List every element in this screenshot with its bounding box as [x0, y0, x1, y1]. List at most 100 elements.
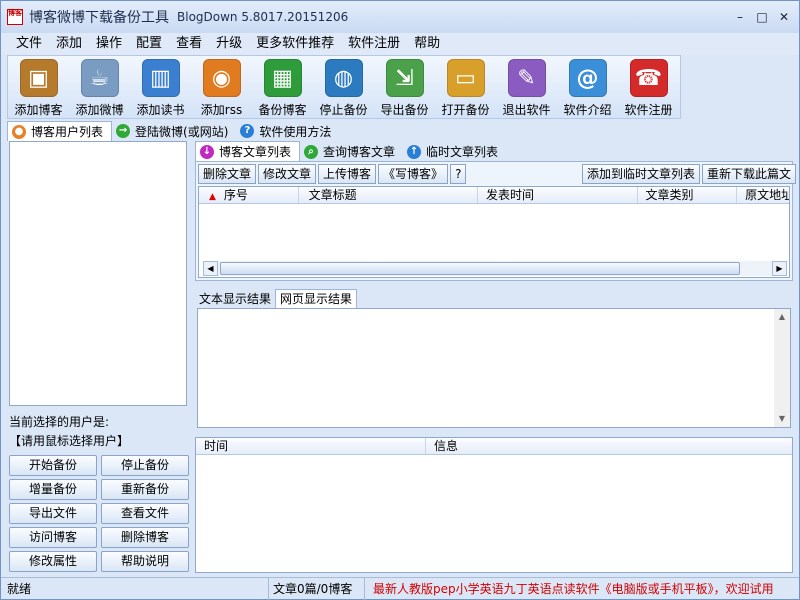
article-action-right-2[interactable]: 重新下载此篇文: [702, 164, 797, 184]
toolbar-button-3[interactable]: ▥ 添加读书: [130, 56, 191, 118]
tab-label: 登陆微博(或网站): [135, 124, 229, 139]
scroll-thumb[interactable]: [220, 262, 740, 275]
result-display[interactable]: ▲ ▼: [197, 308, 791, 428]
tab-left-2[interactable]: → 登陆微博(或网站): [112, 121, 236, 141]
horizontal-scrollbar[interactable]: ◀ ▶: [203, 261, 787, 276]
tv-icon: ▭: [446, 59, 485, 97]
sort-arrow-icon: ▲: [209, 192, 216, 202]
column-header-time[interactable]: 时间: [196, 438, 426, 454]
scroll-right-icon[interactable]: ▶: [772, 261, 787, 276]
box-icon: ▣: [19, 59, 58, 97]
column-header-category[interactable]: 文章类别: [638, 187, 738, 203]
toolbar-button-4[interactable]: ◉ 添加rss: [191, 56, 252, 118]
column-header-date[interactable]: 发表时间: [478, 187, 638, 203]
log-table-header: 时间 信息: [196, 438, 792, 455]
books-icon: ▥: [141, 59, 180, 97]
cup-icon: ☕: [80, 59, 119, 97]
toolbar-button-9[interactable]: ✎ 退出软件: [496, 56, 557, 118]
notebook-icon: @: [568, 59, 607, 97]
menu-upgrade[interactable]: 升级: [209, 33, 249, 55]
menu-more-software[interactable]: 更多软件推荐: [249, 33, 341, 55]
result-tabs: 文本显示结果 网页显示结果: [195, 289, 358, 308]
tab-right-3[interactable]: ↑ 临时文章列表: [403, 142, 506, 161]
toolbar-button-5[interactable]: ▦ 备份博客: [252, 56, 313, 118]
blog-user-list[interactable]: [9, 141, 187, 406]
globe-icon: ◍: [324, 59, 363, 97]
toolbar-button-1[interactable]: ▣ 添加博客: [8, 56, 69, 118]
menu-help[interactable]: 帮助: [407, 33, 447, 55]
toolbar-button-6[interactable]: ◍ 停止备份: [313, 56, 374, 118]
article-action-1[interactable]: 删除文章: [198, 164, 257, 184]
minimize-button[interactable]: –: [729, 7, 751, 27]
menu-bar: 文件 添加 操作 配置 查看 升级 更多软件推荐 软件注册 帮助: [1, 33, 799, 55]
scroll-up-icon[interactable]: ▲: [774, 309, 790, 325]
scroll-track[interactable]: [218, 261, 772, 276]
status-bar: 就绪 文章0篇/0博客 最新人教版pep小学英语九丁英语点读软件《电脑版或手机平…: [1, 577, 799, 600]
toolbar-button-7[interactable]: ⇲ 导出备份: [374, 56, 435, 118]
tab-web-result[interactable]: 网页显示结果: [275, 289, 358, 308]
left-button-6[interactable]: 查看文件: [101, 503, 189, 524]
toolbar-button-label: 退出软件: [502, 103, 551, 117]
current-user-value: 【请用鼠标选择用户】: [9, 434, 130, 448]
menu-register[interactable]: 软件注册: [341, 33, 407, 55]
vertical-scrollbar[interactable]: ▲ ▼: [774, 309, 790, 427]
status-ready: 就绪: [1, 577, 269, 600]
status-ad-link[interactable]: 最新人教版pep小学英语九丁英语点读软件《电脑版或手机平板》，欢迎试用: [365, 580, 774, 597]
article-actions: 删除文章 修改文章 上传博客 《写博客》?: [198, 164, 468, 184]
window-title: 博客微博下载备份工具: [29, 10, 169, 26]
left-button-3[interactable]: 增量备份: [9, 479, 97, 500]
tab-text-result[interactable]: 文本显示结果: [195, 290, 275, 308]
maximize-button[interactable]: □: [751, 7, 773, 27]
app-window: 博客 博客微博下载备份工具 BlogDown 5.8017.20151206 –…: [0, 0, 800, 600]
tab-left-3[interactable]: ? 软件使用方法: [236, 121, 339, 141]
toolbar-button-11[interactable]: ☎ 软件注册: [618, 56, 679, 118]
menu-view[interactable]: 查看: [169, 33, 209, 55]
toolbar-button-label: 添加rss: [200, 103, 243, 117]
toolbar-button-label: 添加博客: [14, 103, 63, 117]
toolbar-button-2[interactable]: ☕ 添加微博: [69, 56, 130, 118]
search-icon: ⌕: [304, 144, 319, 159]
column-header-index[interactable]: ▲ 序号: [199, 187, 299, 203]
scroll-down-icon[interactable]: ▼: [774, 411, 790, 427]
left-button-8[interactable]: 删除博客: [101, 527, 189, 548]
article-action-4[interactable]: 《写博客》: [378, 164, 449, 184]
toolbar-button-label: 导出备份: [380, 103, 429, 117]
scroll-left-icon[interactable]: ◀: [203, 261, 218, 276]
left-button-group: 开始备份 停止备份 增量备份 重新备份 导出文件 查看文件 访问博客 删除博客 修改属性 帮助说明: [9, 455, 189, 572]
left-button-1[interactable]: 开始备份: [9, 455, 97, 476]
left-button-9[interactable]: 修改属性: [9, 551, 97, 572]
close-button[interactable]: ✕: [773, 7, 795, 27]
tab-left-1[interactable]: ● 博客用户列表: [7, 121, 113, 141]
article-action-3[interactable]: 上传博客: [318, 164, 377, 184]
tab-label: 临时文章列表: [426, 145, 499, 159]
tab-right-1[interactable]: ↓ 博客文章列表: [195, 141, 301, 161]
tab-right-2[interactable]: ⌕ 查询博客文章: [300, 142, 403, 161]
menu-add[interactable]: 添加: [49, 33, 89, 55]
toolbar-button-8[interactable]: ▭ 打开备份: [435, 56, 496, 118]
tab-label: 软件使用方法: [259, 124, 332, 139]
left-button-7[interactable]: 访问博客: [9, 527, 97, 548]
article-action-right-1[interactable]: 添加到临时文章列表: [582, 164, 701, 184]
app-logo-icon: 博客: [7, 9, 23, 25]
menu-config[interactable]: 配置: [129, 33, 169, 55]
user-icon: ●: [12, 124, 26, 139]
menu-operate[interactable]: 操作: [89, 33, 129, 55]
left-button-10[interactable]: 帮助说明: [101, 551, 189, 572]
tab-label: 博客文章列表: [219, 145, 292, 159]
window-controls: – □ ✕: [729, 7, 795, 27]
column-header-url[interactable]: 原文地址: [737, 187, 789, 203]
help-icon: ?: [240, 124, 255, 138]
article-table[interactable]: ▲ 序号 文章标题 发表时间 文章类别 原文地址 ◀ ▶: [198, 186, 790, 278]
menu-file[interactable]: 文件: [9, 33, 49, 55]
article-action-5[interactable]: ?: [450, 164, 467, 184]
article-actions-right: 添加到临时文章列表 重新下载此篇文: [582, 164, 798, 184]
article-action-2[interactable]: 修改文章: [258, 164, 317, 184]
article-panel: 删除文章 修改文章 上传博客 《写博客》? 添加到临时文章列表 重新下载此篇文 ▲ 序号 …: [195, 161, 797, 281]
left-button-5[interactable]: 导出文件: [9, 503, 97, 524]
toolbar-button-10[interactable]: @ 软件介绍: [557, 56, 618, 118]
left-button-4[interactable]: 重新备份: [101, 479, 189, 500]
column-header-title[interactable]: 文章标题: [299, 187, 479, 203]
left-button-2[interactable]: 停止备份: [101, 455, 189, 476]
column-header-info[interactable]: 信息: [426, 438, 790, 454]
log-table[interactable]: 时间 信息: [195, 437, 793, 573]
